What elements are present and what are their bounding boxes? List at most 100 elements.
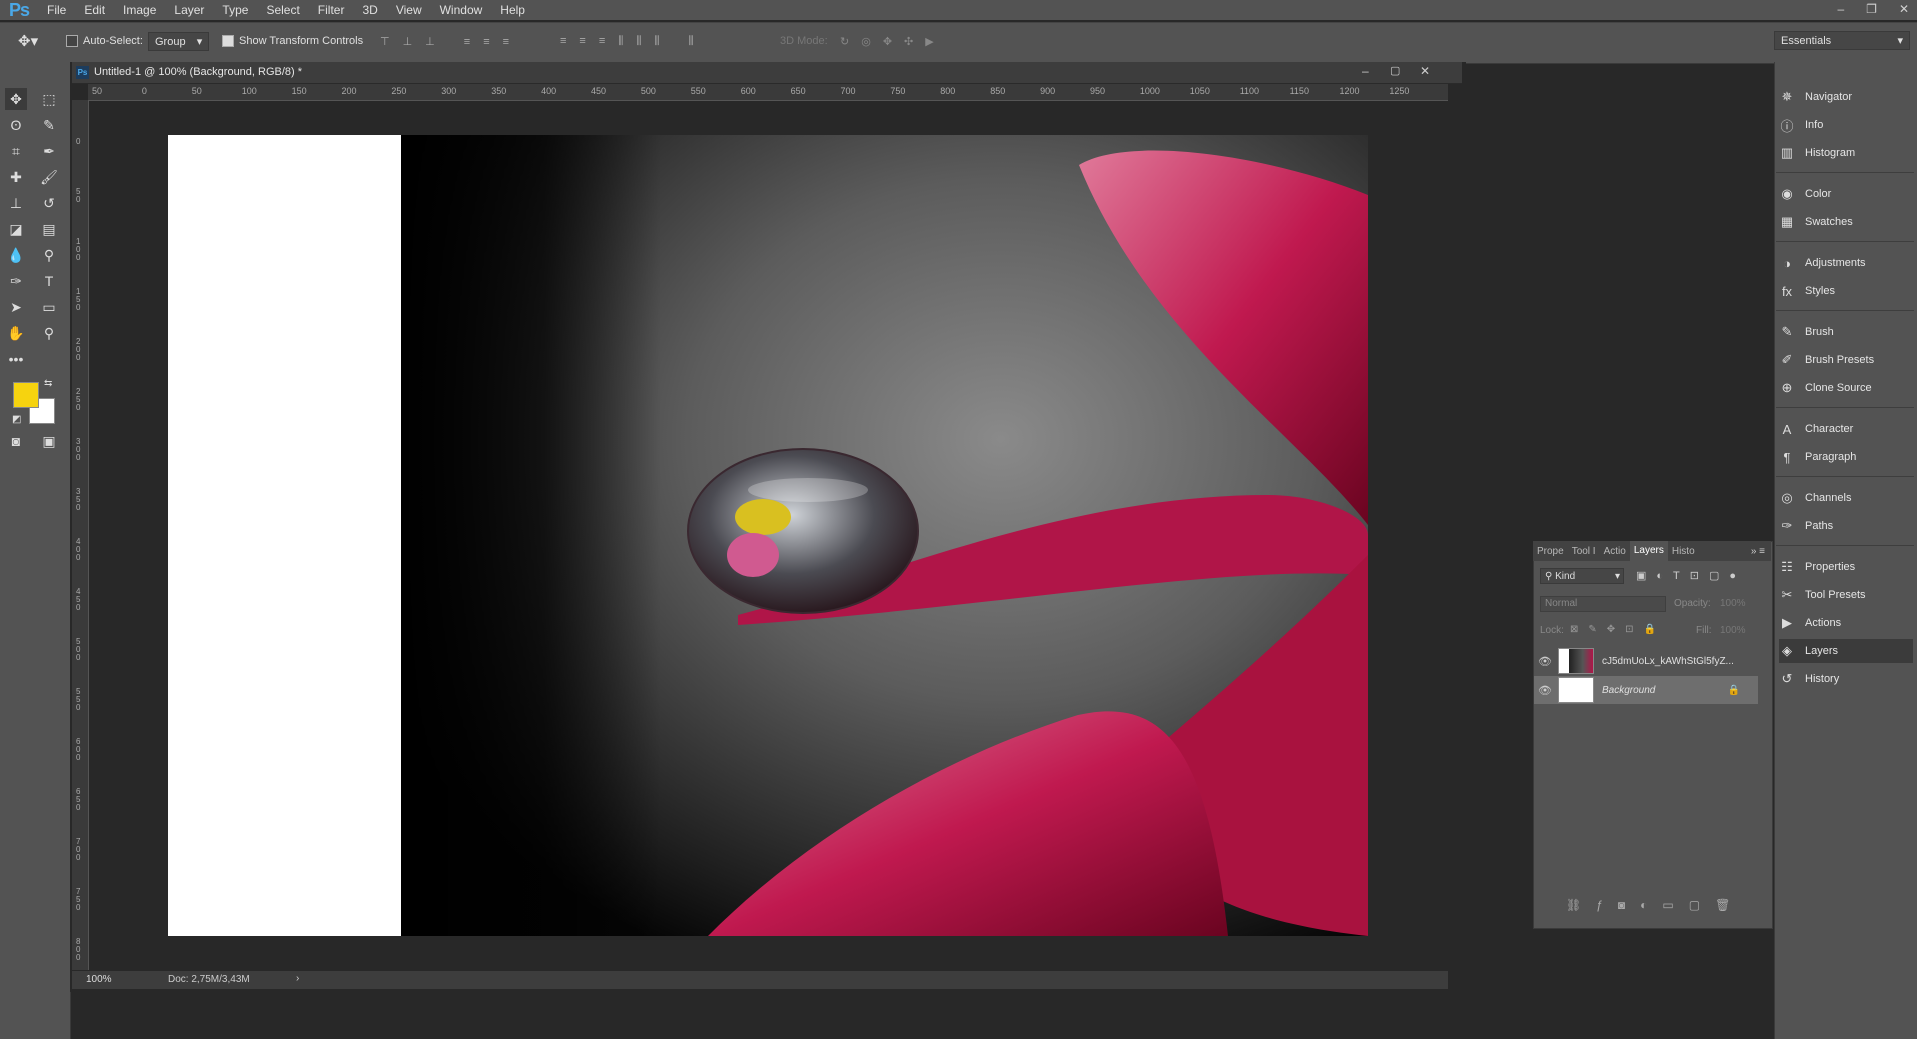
menu-view[interactable]: View: [387, 3, 431, 17]
panel-divider: [1776, 545, 1914, 546]
menu-layer[interactable]: Layer: [165, 3, 213, 17]
screen-mode-icon[interactable]: ▣: [38, 430, 60, 452]
status-bar: 100% Doc: 2,75M/3,43M ›: [72, 971, 1448, 989]
menu-image[interactable]: Image: [114, 3, 165, 17]
panel-button-brush-presets[interactable]: ✐ Brush Presets: [1779, 348, 1913, 372]
doc-close-icon[interactable]: ✕: [1420, 64, 1430, 78]
quick-mask-icon[interactable]: ◙: [5, 430, 27, 452]
tab-layers[interactable]: Layers: [1629, 541, 1668, 561]
doc-maximize-icon[interactable]: ▢: [1390, 64, 1400, 77]
ruler-tick-label: 5 0: [76, 187, 81, 204]
ruler-tick-label: 250: [391, 86, 407, 96]
eye-icon[interactable]: 👁: [1534, 684, 1556, 697]
panel-button-layers[interactable]: ◈ Layers: [1779, 639, 1913, 663]
panel-button-color[interactable]: ◉ Color: [1779, 182, 1913, 206]
path-select-tool-icon[interactable]: ➤: [5, 296, 27, 318]
dodge-tool-icon[interactable]: ⚲: [38, 244, 60, 266]
eyedropper-tool-icon[interactable]: ✒: [38, 140, 60, 162]
menu-3d[interactable]: 3D: [353, 3, 386, 17]
menu-filter[interactable]: Filter: [309, 3, 354, 17]
clone-stamp-tool-icon[interactable]: ⊥: [5, 192, 27, 214]
panel-button-brush[interactable]: ✎ Brush: [1779, 320, 1913, 344]
panel-button-properties[interactable]: ☷ Properties: [1779, 555, 1913, 579]
menu-file[interactable]: File: [38, 3, 75, 17]
distribute-buttons[interactable]: ≡≡≡⫼⫼⫼ ⫼: [560, 35, 707, 48]
menu-type[interactable]: Type: [213, 3, 257, 17]
restore-app-button[interactable]: ❐: [1866, 0, 1877, 18]
panel-button-swatches[interactable]: ▦ Swatches: [1779, 210, 1913, 234]
eye-icon[interactable]: 👁: [1534, 655, 1556, 668]
menu-window[interactable]: Window: [431, 3, 492, 17]
doc-minimize-icon[interactable]: –: [1362, 64, 1369, 78]
minimize-app-button[interactable]: –: [1837, 0, 1844, 18]
panel-button-clone-source[interactable]: ⊕ Clone Source: [1779, 376, 1913, 400]
rectangle-tool-icon[interactable]: ▭: [38, 296, 60, 318]
foreground-color-swatch[interactable]: [13, 382, 39, 408]
hand-tool-icon[interactable]: ✋: [5, 322, 27, 344]
layer-actions-bar[interactable]: ⛓ƒ◙◐▭▢🗑: [1566, 898, 1745, 912]
auto-select-label: Auto-Select:: [83, 35, 143, 47]
move-tool-icon[interactable]: ✥▾: [18, 32, 38, 50]
pen-tool-icon[interactable]: ✑: [5, 270, 27, 292]
swap-colors-icon[interactable]: ⇆: [44, 378, 52, 389]
panel-button-adjustments[interactable]: ◑ Adjustments: [1779, 251, 1913, 275]
eraser-tool-icon[interactable]: ◪: [5, 218, 27, 240]
move-tool-icon[interactable]: ✥: [5, 88, 27, 110]
gradient-tool-icon[interactable]: ▤: [38, 218, 60, 240]
layer-filter-buttons[interactable]: ▣◐T⊡▢●: [1636, 569, 1746, 582]
fill-value[interactable]: 100%: [1720, 625, 1746, 636]
opacity-value[interactable]: 100%: [1720, 598, 1746, 609]
close-app-button[interactable]: ✕: [1899, 0, 1909, 18]
panel-button-histogram[interactable]: ▥ Histogram: [1779, 141, 1913, 165]
type-tool-icon[interactable]: T: [38, 270, 60, 292]
menu-edit[interactable]: Edit: [75, 3, 114, 17]
layer-filter-dropdown[interactable]: ⚲ Kind ▾: [1540, 568, 1624, 584]
panel-button-paths[interactable]: ✑ Paths: [1779, 514, 1913, 538]
zoom-tool-icon[interactable]: ⚲: [38, 322, 60, 344]
panel-button-actions[interactable]: ▶ Actions: [1779, 611, 1913, 635]
panel-button-channels[interactable]: ◎ Channels: [1779, 486, 1913, 510]
panel-button-info[interactable]: ⓘ Info: [1779, 113, 1913, 137]
panel-button-navigator[interactable]: ✵ Navigator: [1779, 85, 1913, 109]
lock-buttons[interactable]: ⊠✎✥⊡🔒: [1570, 624, 1666, 635]
more-tools-icon[interactable]: •••: [5, 348, 27, 370]
layer-row[interactable]: 👁 Background 🔒: [1534, 676, 1758, 704]
tab-history[interactable]: Histo: [1668, 546, 1699, 557]
menu-select[interactable]: Select: [257, 3, 308, 17]
blend-mode-dropdown[interactable]: Normal: [1540, 596, 1666, 612]
panel-button-history[interactable]: ↺ History: [1779, 667, 1913, 691]
quick-select-tool-icon[interactable]: ✎: [38, 114, 60, 136]
healing-brush-tool-icon[interactable]: ✚: [5, 166, 27, 188]
panel-button-tool-presets[interactable]: ✂ Tool Presets: [1779, 583, 1913, 607]
tab-actions[interactable]: Actio: [1600, 546, 1630, 557]
tab-properties[interactable]: Prope: [1533, 546, 1568, 557]
brush-tool-icon[interactable]: 🖌: [38, 166, 60, 188]
panel-menu-icon[interactable]: » ≡: [1751, 546, 1771, 557]
panel-button-character[interactable]: A Character: [1779, 417, 1913, 441]
brush-icon: ✎: [1781, 324, 1793, 339]
default-colors-icon[interactable]: ◩: [12, 414, 21, 425]
menu-help[interactable]: Help: [491, 3, 534, 17]
marquee-tool-icon[interactable]: ⬚: [38, 88, 60, 110]
lasso-tool-icon[interactable]: ʘ: [5, 114, 27, 136]
zoom-level[interactable]: 100%: [86, 974, 112, 985]
tool-presets-icon: ✂: [1781, 587, 1793, 602]
3d-mode-buttons[interactable]: ↻◎✥✣▶: [840, 35, 946, 48]
panel-button-styles[interactable]: fx Styles: [1779, 279, 1913, 303]
layer-row[interactable]: 👁 cJ5dmUoLx_kAWhStGl5fyZ...: [1534, 647, 1758, 675]
panel-button-paragraph[interactable]: ¶ Paragraph: [1779, 445, 1913, 469]
history-brush-tool-icon[interactable]: ↺: [38, 192, 60, 214]
ruler-tick-label: 950: [1090, 86, 1106, 96]
status-menu-arrow-icon[interactable]: ›: [296, 973, 299, 984]
tab-tool-presets[interactable]: Tool I: [1568, 546, 1600, 557]
blur-tool-icon[interactable]: 💧: [5, 244, 27, 266]
auto-select-checkbox[interactable]: [66, 35, 78, 47]
ruler-tick-label: 1000: [1139, 86, 1160, 96]
ruler-tick-label: 7 5 0: [76, 887, 81, 912]
document-tab[interactable]: Ps Untitled-1 @ 100% (Background, RGB/8)…: [72, 62, 1462, 84]
show-transform-checkbox[interactable]: [222, 35, 234, 47]
workspace-dropdown[interactable]: Essentials ▾: [1774, 31, 1910, 50]
auto-select-mode-dropdown[interactable]: Group ▾: [148, 32, 210, 51]
crop-tool-icon[interactable]: ⌗: [5, 140, 27, 162]
align-buttons[interactable]: ⊤⊥⊥ ≡≡≡: [380, 35, 522, 48]
